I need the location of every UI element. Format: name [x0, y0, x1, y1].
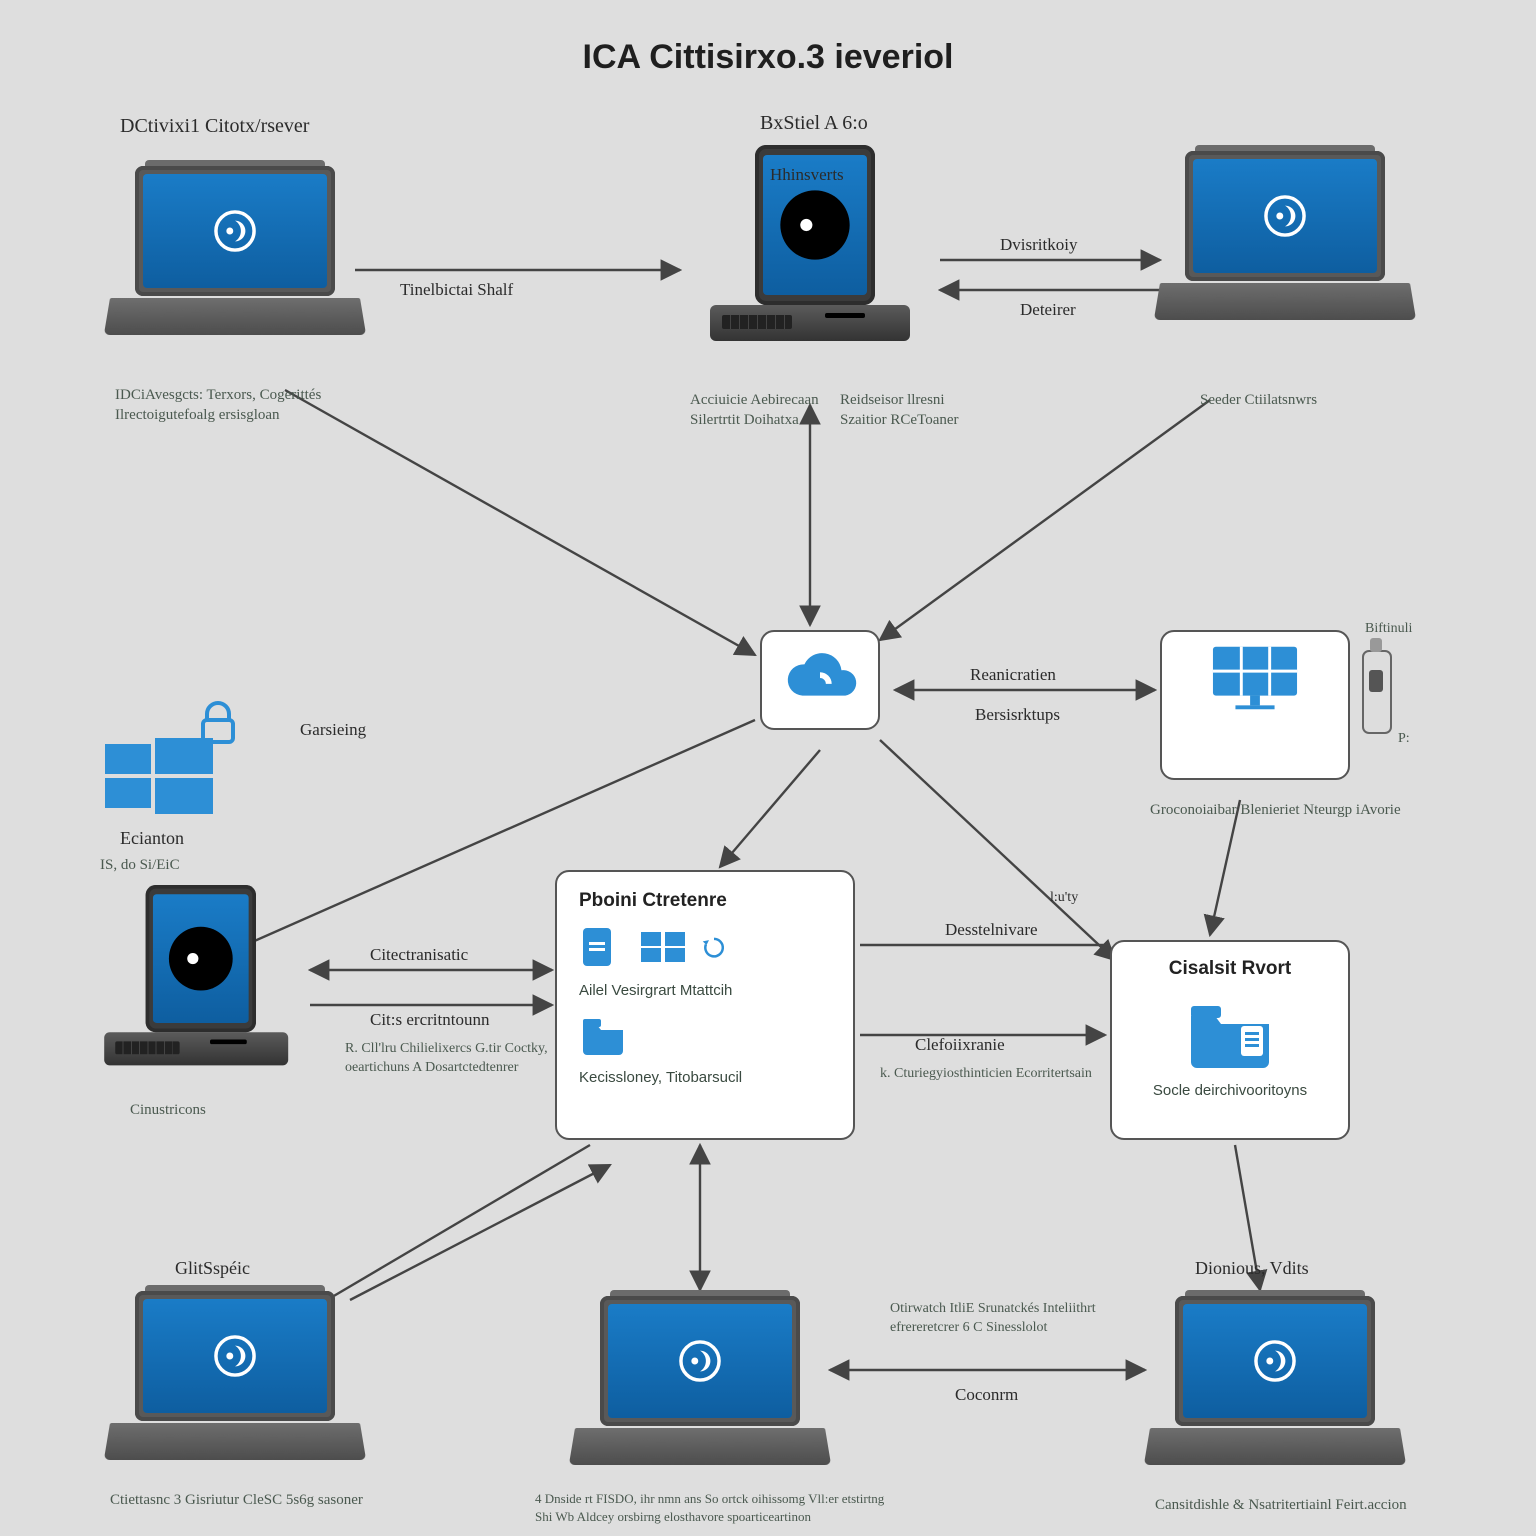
grid-node	[1160, 630, 1350, 780]
node-top-left-sub: IDCiAvesgcts: Terxors, Cogerittés Ilrect…	[115, 385, 375, 426]
edge-label: Reanicratien	[970, 665, 1056, 685]
laptop-node-bot-mid	[570, 1290, 830, 1490]
folder-doc-icon	[1185, 998, 1275, 1070]
eye-icon	[153, 911, 249, 1007]
edge-label: Desstelnivare	[945, 920, 1038, 940]
edge-label: Cit:s ercritntounn	[370, 1010, 489, 1030]
windows-icon	[105, 730, 215, 820]
cbox-header: Cisalsit Rvort	[1130, 958, 1330, 980]
usb-icon	[1362, 650, 1392, 734]
cloud-icon	[781, 650, 859, 710]
grid-sub: Groconoiaibar Blenieriet Nteurgp iAvorie	[1150, 800, 1401, 820]
bot-left-header: GlitSspéic	[175, 1258, 250, 1279]
eye-icon	[209, 205, 261, 257]
pbox-node: Pboini Ctretenre Ailel Vesirgrart Mtattc…	[555, 870, 855, 1140]
node-top-mid-sub2: Reidseisor llresni Szaitior RCeToaner	[840, 390, 980, 431]
edge-label: Garsieing	[300, 720, 366, 740]
eye-icon	[1259, 190, 1311, 242]
node-top-right-sub: Seeder Ctiilatsnwrs	[1200, 390, 1317, 410]
node-top-left-header: DCtivixi1 Citotx/rsever	[120, 115, 309, 138]
grid-icon	[1211, 644, 1299, 710]
edge-label: Bersisrktups	[975, 705, 1060, 725]
edge-label: l:u'ty	[1050, 890, 1078, 906]
laptop-node-top-left	[105, 160, 365, 360]
cbox-node: Cisalsit Rvort Socle deirchivooritoyns	[1110, 940, 1350, 1140]
edge-label: R. Cll'lru Chilielixercs G.tir Coctky, o…	[345, 1040, 605, 1078]
bot-right-sub: Cansitdishle & Nsatritertiainl Feirt.acc…	[1155, 1495, 1407, 1515]
edge-label: Hhinsverts	[770, 165, 844, 185]
edition-label: Ecianton	[120, 828, 184, 849]
bot-mid-sub: 4 Dnside rt FISDO, ihr nmn ans So ortck …	[535, 1490, 895, 1525]
tiles-icon	[639, 926, 687, 968]
edge-label: k. Cturiegyiosthinticien Ecorritertsain	[880, 1065, 1092, 1084]
grid-side-bottom: P:	[1398, 730, 1410, 749]
laptop-node-bot-right	[1145, 1290, 1405, 1490]
edition-sub: IS, do Si/EiC	[100, 855, 180, 875]
edge-label: Otirwatch ItliE Srunatckés Inteliithrt e…	[890, 1300, 1120, 1338]
pbox-header: Pboini Ctretenre	[579, 890, 831, 912]
node-top-mid-sub1: Acciuicie Aebirecaan Silertrtit Doihatxa	[690, 390, 830, 431]
eye-icon	[763, 173, 867, 277]
edge-label: Dvisritkoiy	[1000, 235, 1077, 255]
edge-label: Citectranisatic	[370, 945, 468, 965]
tablet-left-sub: Cinustricons	[130, 1100, 206, 1120]
eye-icon	[674, 1335, 726, 1387]
doc-icon	[579, 926, 627, 968]
edge-label: Coconrm	[955, 1385, 1018, 1405]
bot-right-header: Dionious, Vdits	[1195, 1258, 1309, 1279]
edge-label: Deteirer	[1020, 300, 1076, 320]
laptop-node-top-right	[1155, 145, 1415, 345]
diagram-title: ICA Cittisirxo.3 ieveriol	[0, 38, 1536, 77]
eye-icon	[1249, 1335, 1301, 1387]
refresh-icon	[699, 926, 729, 968]
pbox-row1: Ailel Vesirgrart Mtattcih	[579, 982, 732, 999]
grid-side-top: Biftinuli	[1365, 620, 1412, 639]
laptop-node-bot-left	[105, 1285, 365, 1485]
cbox-sub: Socle deirchivooritoyns	[1130, 1082, 1330, 1099]
edge-label: Tinelbictai Shalf	[400, 280, 513, 300]
tablet-node-left	[95, 885, 297, 1087]
bot-left-sub: Ctiettasnc 3 Gisriutur CleSC 5s6g sasone…	[110, 1490, 363, 1510]
node-top-mid-header: BxStiel A 6:o	[760, 112, 868, 135]
edge-label: Clefoiixranie	[915, 1035, 1005, 1055]
eye-icon	[209, 1330, 261, 1382]
cloud-node	[760, 630, 880, 730]
